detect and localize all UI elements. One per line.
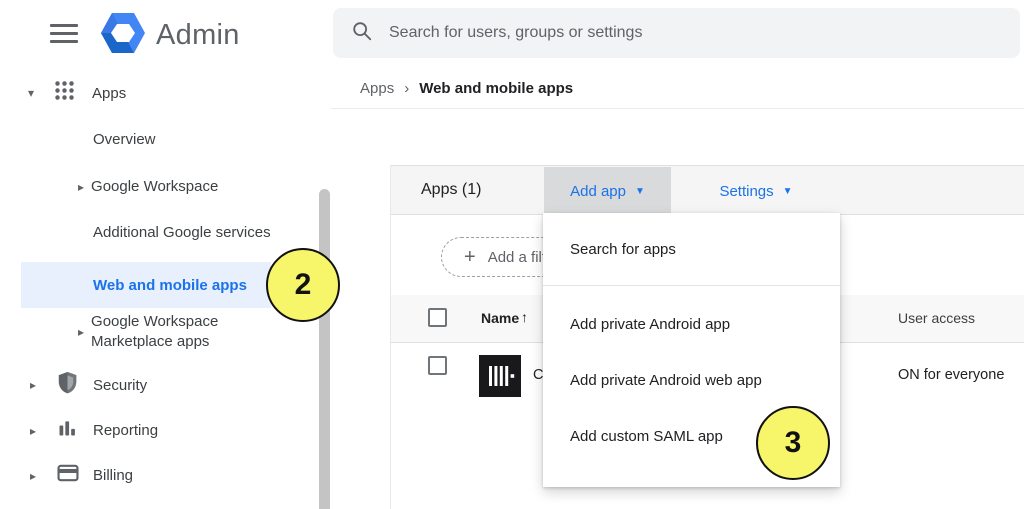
sidebar-item-marketplace-apps[interactable]: ▸ Google Workspace Marketplace apps [78, 312, 241, 353]
sort-ascending-icon[interactable]: ↑ [521, 309, 528, 325]
row-checkbox[interactable] [428, 356, 447, 375]
app-name[interactable]: C [533, 367, 543, 383]
admin-logo-text: Admin [156, 19, 240, 52]
sidebar-item-security[interactable]: ▸ Security [30, 371, 147, 399]
chevron-right-icon[interactable]: ▸ [30, 469, 57, 483]
select-all-checkbox[interactable] [428, 308, 447, 327]
chevron-right-icon[interactable]: ▸ [30, 378, 57, 392]
chevron-right-icon[interactable]: ▸ [78, 325, 84, 339]
sidebar-label-additional-google-services: Additional Google services [93, 224, 271, 241]
apps-count-title: Apps (1) [421, 181, 481, 199]
menu-item-add-private-android-web-app[interactable]: Add private Android web app [543, 352, 840, 408]
admin-hexagon-icon [100, 12, 146, 59]
sidebar-item-google-workspace[interactable]: ▸ Google Workspace [78, 178, 218, 195]
annotation-step-2: 2 [266, 248, 340, 322]
user-access-column-header: User access [898, 310, 975, 326]
shield-icon [57, 371, 93, 399]
apps-toolbar: Apps (1) Add app ▼ Settings ▼ [391, 165, 1024, 215]
sidebar-label-google-workspace: Google Workspace [91, 178, 218, 195]
chevron-down-icon[interactable]: ▾ [28, 86, 54, 100]
breadcrumb: Apps › Web and mobile apps [360, 80, 573, 97]
sidebar-label-apps: Apps [92, 85, 126, 102]
admin-console-screen: Admin Apps › Web and mobile apps ▾ Apps … [0, 0, 1024, 509]
sidebar-label-marketplace-apps: Google Workspace Marketplace apps [91, 312, 241, 353]
add-app-button[interactable]: Add app ▼ [544, 167, 671, 215]
breadcrumb-current: Web and mobile apps [419, 80, 573, 97]
plus-icon: + [464, 246, 476, 269]
menu-item-add-private-android-app[interactable]: Add private Android app [543, 296, 840, 352]
annotation-step-3: 3 [756, 406, 830, 480]
apps-grid-icon [54, 80, 92, 106]
sidebar-item-additional-google-services[interactable]: Additional Google services [93, 224, 271, 241]
sidebar-scrollbar[interactable] [319, 189, 330, 509]
sidebar-label-overview: Overview [93, 131, 156, 148]
search-icon [351, 20, 373, 47]
bar-chart-icon [57, 418, 93, 443]
chevron-right-icon[interactable]: ▸ [78, 180, 84, 194]
sidebar-item-billing[interactable]: ▸ Billing [30, 464, 133, 487]
breadcrumb-divider [331, 108, 1024, 109]
breadcrumb-parent[interactable]: Apps [360, 80, 394, 97]
name-column-header[interactable]: Name [481, 310, 519, 326]
search-input[interactable] [389, 24, 949, 42]
user-access-value: ON for everyone [898, 367, 1004, 383]
credit-card-icon [57, 464, 93, 487]
admin-logo[interactable]: Admin [100, 12, 240, 59]
sidebar-label-web-and-mobile-apps: Web and mobile apps [93, 277, 247, 294]
menu-item-search-for-apps[interactable]: Search for apps [543, 213, 840, 285]
sidebar-item-overview[interactable]: Overview [93, 131, 156, 148]
sidebar-item-reporting[interactable]: ▸ Reporting [30, 418, 158, 443]
sidebar-label-billing: Billing [93, 467, 133, 484]
dropdown-arrow-icon: ▼ [635, 186, 645, 197]
settings-button[interactable]: Settings ▼ [701, 167, 811, 215]
settings-label: Settings [719, 183, 773, 200]
hamburger-menu-icon[interactable] [50, 23, 78, 43]
global-search-bar[interactable] [333, 8, 1020, 58]
sidebar-item-web-and-mobile-apps[interactable]: Web and mobile apps [21, 262, 271, 308]
dropdown-arrow-icon: ▼ [783, 186, 793, 197]
chevron-right-icon[interactable]: ▸ [30, 424, 57, 438]
sidebar-label-reporting: Reporting [93, 422, 158, 439]
app-icon[interactable] [479, 355, 521, 397]
sidebar-label-security: Security [93, 377, 147, 394]
add-app-label: Add app [570, 183, 626, 200]
sidebar-item-apps[interactable]: ▾ Apps [28, 80, 126, 106]
breadcrumb-separator: › [404, 80, 409, 97]
